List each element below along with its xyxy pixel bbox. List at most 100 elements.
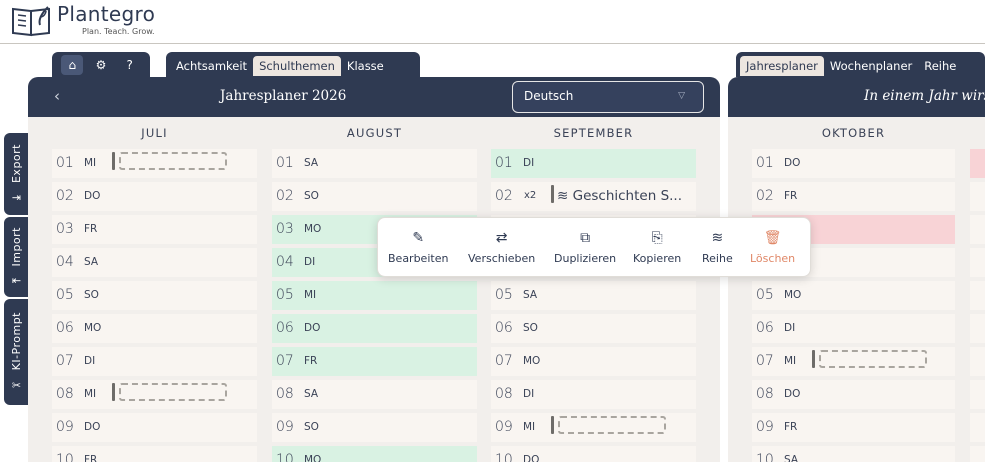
day-row[interactable]: 02 SO [272,182,477,211]
entry-bar [112,152,115,170]
day-row[interactable]: 06 MO [52,314,257,343]
month-name: AUGUST [346,126,403,140]
panel-header-secondary: In einem Jahr wirst [728,77,985,117]
chevron-left-icon[interactable]: ‹ [54,87,60,105]
bearbeiten-menu-item[interactable]: ✎ Bearbeiten [388,230,448,265]
kopieren-menu-item[interactable]: ⎘ Kopieren [633,230,681,265]
weekday: SA [784,454,799,462]
day-number: 01 [495,155,513,171]
day-row[interactable]: 09 DO [52,413,257,442]
ki-prompt-label: KI-Prompt [10,312,23,371]
duplizieren-menu-item[interactable]: ⧉ Duplizieren [554,230,616,265]
day-row[interactable] [970,380,985,409]
month-column: OKTOBER01DO02FR030405MO06DI07MI08DO09FR1… [752,117,955,462]
app-header: Plantegro Plan. Teach. Grow. [0,0,985,44]
entry-count: x2 [524,190,537,201]
day-row[interactable]: 10 SA [752,446,955,462]
day-row[interactable] [970,347,985,376]
day-row[interactable]: 09 SO [272,413,477,442]
day-row[interactable] [970,182,985,211]
weekday: DI [523,157,535,169]
day-number: 10 [495,452,513,462]
day-row[interactable]: 01 SA [272,149,477,178]
tab-schulthemen[interactable]: Schulthemen [253,56,341,76]
day-number: 06 [495,320,513,336]
empty-slot[interactable] [558,416,666,434]
day-row[interactable]: 05 MI [272,281,477,310]
weekday: DI [304,256,316,268]
day-row[interactable]: 02 FR [752,182,955,211]
day-row[interactable]: 10 FR [52,446,257,462]
reihe-menu-item[interactable]: ≋ Reihe [702,230,733,265]
day-row[interactable]: 10 MO [272,446,477,462]
day-row[interactable] [970,215,985,244]
panel-header: ‹ Jahresplaner 2026 Deutsch ▽ [28,77,720,117]
day-row[interactable]: 02 x2 ≋ Geschichten S... [491,182,696,211]
export-tab[interactable]: Export ⇥ [4,133,29,215]
subject-select[interactable]: Deutsch ▽ [512,81,704,113]
day-row[interactable]: 09 MI [491,413,696,442]
day-row[interactable]: 07 MI [752,347,955,376]
empty-slot[interactable] [119,152,227,170]
day-row[interactable]: 05 SA [491,281,696,310]
tab-achtsamkeit[interactable]: Achtsamkeit [170,56,253,76]
day-number: 10 [276,452,294,462]
day-row[interactable]: 06 DI [752,314,955,343]
day-row[interactable]: 05 SO [52,281,257,310]
weekday: MO [304,223,322,235]
day-row[interactable]: 08 MI [52,380,257,409]
day-row[interactable]: 04 SA [52,248,257,277]
weekday: DI [84,355,96,367]
menu-item-label: Löschen [750,252,796,265]
day-row[interactable]: 01 MI [52,149,257,178]
day-number: 08 [756,386,774,402]
weekday: MI [84,157,97,169]
month-name: SEPTEMBER [553,126,634,140]
home-icon[interactable]: ⌂ [61,55,84,75]
day-row[interactable] [970,281,985,310]
brand-tagline: Plan. Teach. Grow. [82,27,155,36]
weekday: MO [304,454,322,462]
day-row[interactable]: 06 DO [272,314,477,343]
day-row[interactable]: 02 DO [52,182,257,211]
day-number: 02 [756,188,774,204]
tab-wochenplaner[interactable]: Wochenplaner [824,56,918,76]
day-number: 02 [495,188,513,204]
day-row[interactable]: 08 DO [752,380,955,409]
day-row[interactable]: 07 FR [272,347,477,376]
month-name: OKTOBER [821,126,886,140]
tab-jahresplaner[interactable]: Jahresplaner [740,56,824,76]
day-row[interactable] [970,446,985,462]
ki-prompt-tab[interactable]: KI-Prompt ✂ [4,299,29,405]
löschen-menu-item[interactable]: 🗑 Löschen [750,230,795,265]
day-row[interactable]: 10 DO [491,446,696,462]
empty-slot[interactable] [819,350,927,368]
tab-reihe[interactable]: Reihe [918,56,962,76]
day-row[interactable]: 06 SO [491,314,696,343]
verschieben-menu-item[interactable]: ⇄ Verschieben [468,230,535,265]
entry-bar [812,350,815,368]
day-row[interactable]: 09 FR [752,413,955,442]
day-row[interactable]: 01 DO [752,149,955,178]
day-row[interactable]: 01 DI [491,149,696,178]
category-tabs: Achtsamkeit Schulthemen Klasse [166,52,420,78]
day-row[interactable]: 03 FR [52,215,257,244]
import-tab[interactable]: Import ⇤ [4,217,29,297]
day-row[interactable] [970,413,985,442]
day-row[interactable]: 08 SA [272,380,477,409]
empty-slot[interactable] [119,383,227,401]
gear-icon[interactable]: ⚙ [90,55,112,75]
day-row[interactable]: 07 DI [52,347,257,376]
day-row[interactable]: 07 MO [491,347,696,376]
tab-klasse[interactable]: Klasse [341,56,390,76]
day-row[interactable]: 08 DI [491,380,696,409]
day-row[interactable] [970,149,985,178]
day-row[interactable]: 05 MO [752,281,955,310]
day-row[interactable] [970,248,985,277]
day-row[interactable] [970,314,985,343]
lesson-entry[interactable]: ≋ Geschichten S... [557,188,682,204]
book-logo-icon [12,6,50,37]
help-icon[interactable]: ? [119,55,141,75]
layers-icon: ≋ [557,188,573,204]
planner-tabs: Jahresplaner Wochenplaner Reihe [736,52,985,78]
